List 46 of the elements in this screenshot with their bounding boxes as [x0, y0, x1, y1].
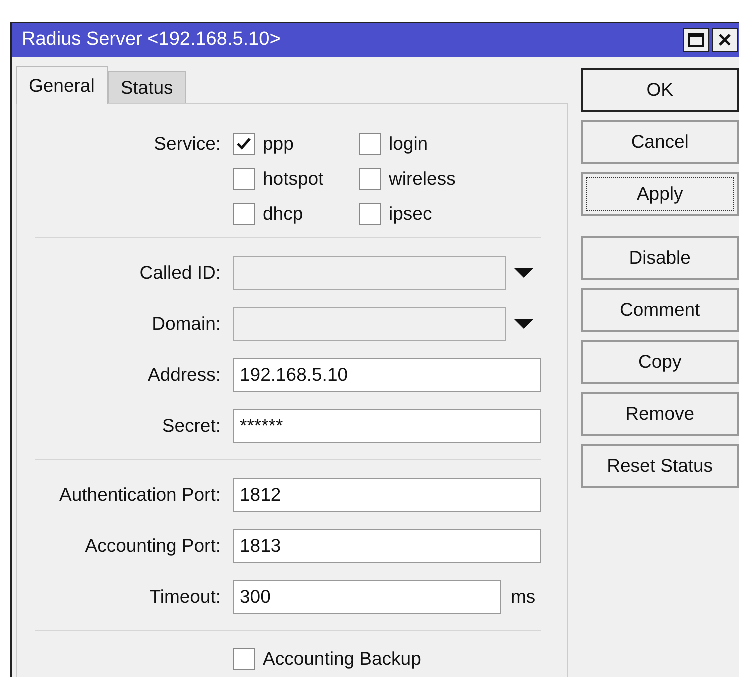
checkbox[interactable]	[359, 132, 381, 154]
field-label: Secret:	[161, 414, 221, 438]
checkbox-label: dhcp	[263, 202, 304, 226]
checkbox-label: wireless	[389, 166, 456, 191]
unit-label: ms	[511, 585, 536, 610]
dropdown-arrow-icon[interactable]	[514, 268, 534, 278]
checkbox[interactable]	[233, 168, 255, 190]
dialog-button[interactable]: Remove	[581, 392, 739, 436]
field-label: Timeout:	[148, 585, 221, 610]
dialog-button[interactable]: Copy	[581, 340, 739, 384]
field-label: Authentication Port:	[58, 483, 221, 508]
checkbox-label: Accounting Backup	[263, 646, 422, 671]
checkbox-label: ppp	[263, 132, 294, 156]
input-field[interactable]: 300	[233, 580, 501, 614]
check-icon	[236, 136, 252, 150]
field-label: Accounting Port:	[84, 534, 221, 558]
field-label: Service:	[153, 132, 221, 156]
dropdown-arrow-icon[interactable]	[514, 319, 534, 329]
maximize-icon[interactable]	[683, 28, 709, 52]
combo-field[interactable]	[233, 256, 506, 290]
dialog-button[interactable]: Reset Status	[581, 444, 739, 488]
dialog-button[interactable]: Disable	[581, 236, 739, 280]
input-field[interactable]: 1813	[233, 529, 541, 563]
tab[interactable]: Status	[108, 71, 186, 103]
input-field[interactable]: 1812	[233, 478, 541, 512]
field-label: Address:	[146, 363, 221, 388]
checkbox-label: hotspot	[263, 166, 324, 191]
combo-field[interactable]	[233, 307, 506, 341]
checkbox[interactable]	[359, 168, 381, 190]
tab[interactable]: General	[16, 66, 108, 104]
checkbox-label: ipsec	[389, 202, 432, 226]
checkbox-label: login	[389, 132, 428, 156]
checkbox[interactable]	[233, 202, 255, 224]
checkbox[interactable]	[233, 132, 255, 154]
dialog-button[interactable]: Cancel	[581, 120, 739, 164]
checkbox[interactable]	[233, 648, 255, 670]
input-field[interactable]: 192.168.5.10	[233, 358, 541, 392]
close-icon[interactable]	[712, 28, 738, 52]
checkbox[interactable]	[359, 202, 381, 224]
dialog-button[interactable]: OK	[581, 68, 739, 112]
dialog-button[interactable]: Comment	[581, 288, 739, 332]
field-label: Called ID:	[138, 261, 221, 286]
dialog-button[interactable]: Apply	[581, 172, 739, 216]
input-field[interactable]: ******	[233, 409, 541, 443]
field-label: Domain:	[151, 312, 221, 336]
window-title: Radius Server <192.168.5.10>	[22, 28, 281, 52]
